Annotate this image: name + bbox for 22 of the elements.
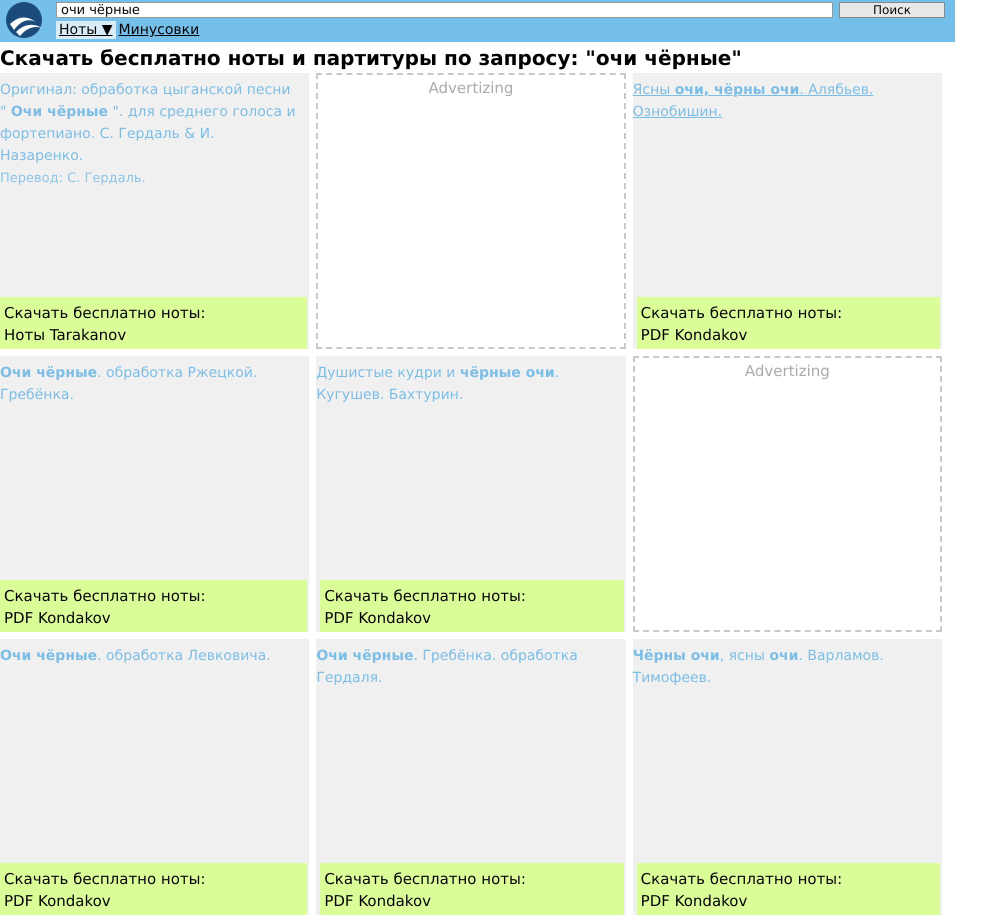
nav-link[interactable]: Ноты ▼ [56,21,116,39]
source-link[interactable]: PDF Kondakov [4,890,302,912]
source-link[interactable]: PDF Kondakov [640,890,934,912]
nav-link[interactable]: Минусовки [116,21,202,39]
source-link[interactable]: PDF Kondakov [4,607,302,629]
page-heading: Скачать бесплатно ноты и партитуры по запросу: "очи чёрные" [0,46,743,70]
source-link[interactable]: PDF Kondakov [324,890,618,912]
translation-note: Перевод: С. Гердаль. [0,171,147,186]
search-field[interactable]: очи чёрные [56,2,833,18]
download-label: Скачать бесплатно ноты: [640,303,844,324]
download-label: Скачать бесплатно ноты: [324,869,527,890]
ad-label: Advertizing [744,362,830,382]
download-label: Скачать бесплатно ноты: [4,869,207,890]
download-label: Скачать бесплатно ноты: [640,869,844,890]
ad-label: Advertizing [428,79,514,99]
search-button[interactable]: Поиск [839,2,945,18]
download-label: Скачать бесплатно ноты: [4,303,207,324]
source-link[interactable]: Ноты Tarakanov [4,324,302,346]
download-label: Скачать бесплатно ноты: [4,586,207,607]
source-link[interactable]: PDF Kondakov [640,324,934,346]
source-link[interactable]: PDF Kondakov [324,607,618,629]
download-label: Скачать бесплатно ноты: [324,586,527,607]
